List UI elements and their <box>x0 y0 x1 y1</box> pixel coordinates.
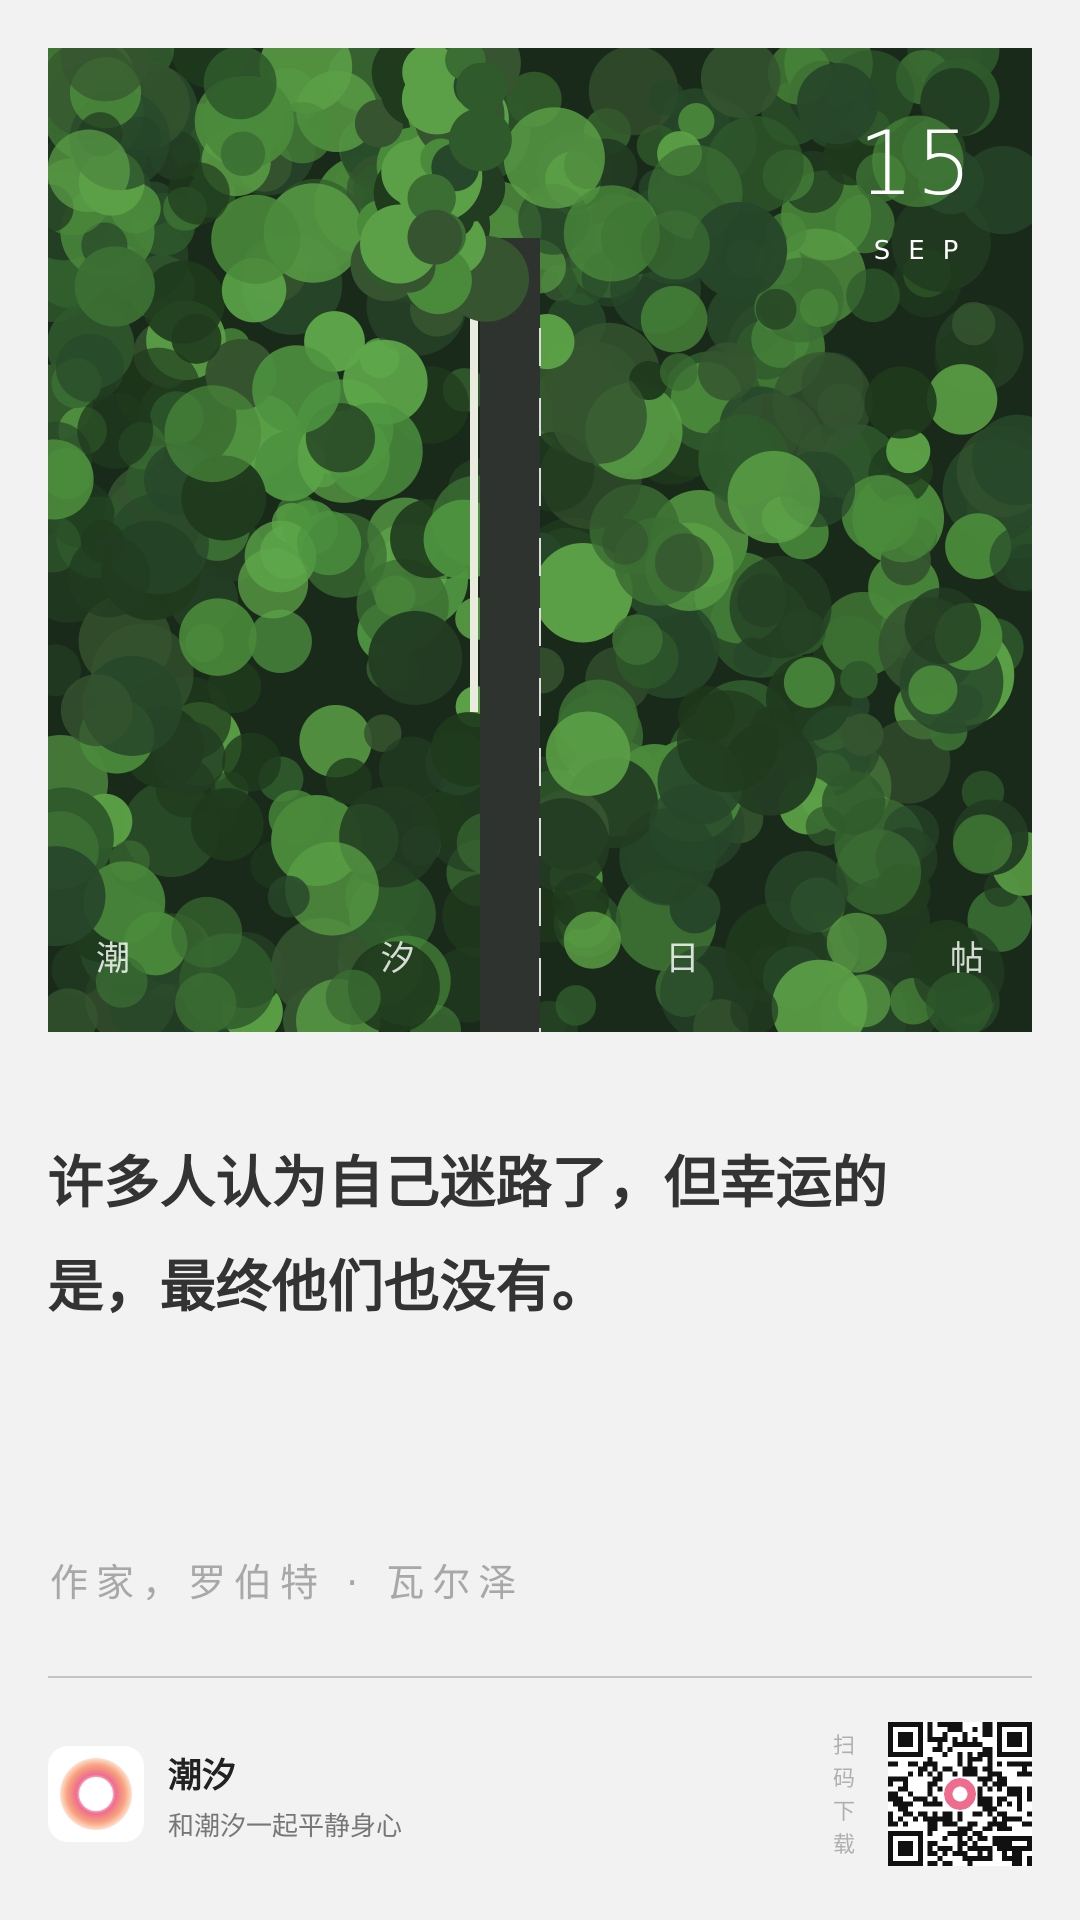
divider <box>48 1676 1032 1678</box>
date-day: 15 <box>858 112 974 215</box>
quote-line: 许多人认为自己迷路了，但幸运的 <box>48 1151 888 1216</box>
brand-caption: 潮 汐 日 帖 <box>96 931 984 980</box>
scan-char: 载 <box>832 1833 855 1858</box>
app-name: 潮汐 <box>168 1756 236 1796</box>
qr-code[interactable] <box>888 1722 1032 1866</box>
caption-char: 汐 <box>380 939 415 979</box>
quote-line: 是，最终他们也没有。 <box>48 1255 608 1320</box>
scan-char: 下 <box>832 1800 855 1825</box>
scan-to-download-label: 扫 码 下 载 <box>828 1730 860 1862</box>
caption-char: 帖 <box>949 939 984 979</box>
caption-char: 潮 <box>96 939 130 979</box>
caption-char: 日 <box>665 939 700 979</box>
quote-author: 作家，罗伯特 · 瓦尔泽 <box>50 1561 525 1605</box>
date-badge: 15 SEP <box>858 112 974 267</box>
quote-text: 许多人认为自己迷路了，但幸运的 是，最终他们也没有。 <box>48 1132 1008 1340</box>
scan-char: 码 <box>832 1767 855 1792</box>
app-logo-icon <box>48 1746 144 1842</box>
scan-char: 扫 <box>832 1734 855 1759</box>
hero-image: 15 SEP 潮 汐 日 帖 <box>48 48 1032 1032</box>
app-slogan: 和潮汐一起平静身心 <box>168 1812 403 1842</box>
date-month: SEP <box>873 236 977 266</box>
